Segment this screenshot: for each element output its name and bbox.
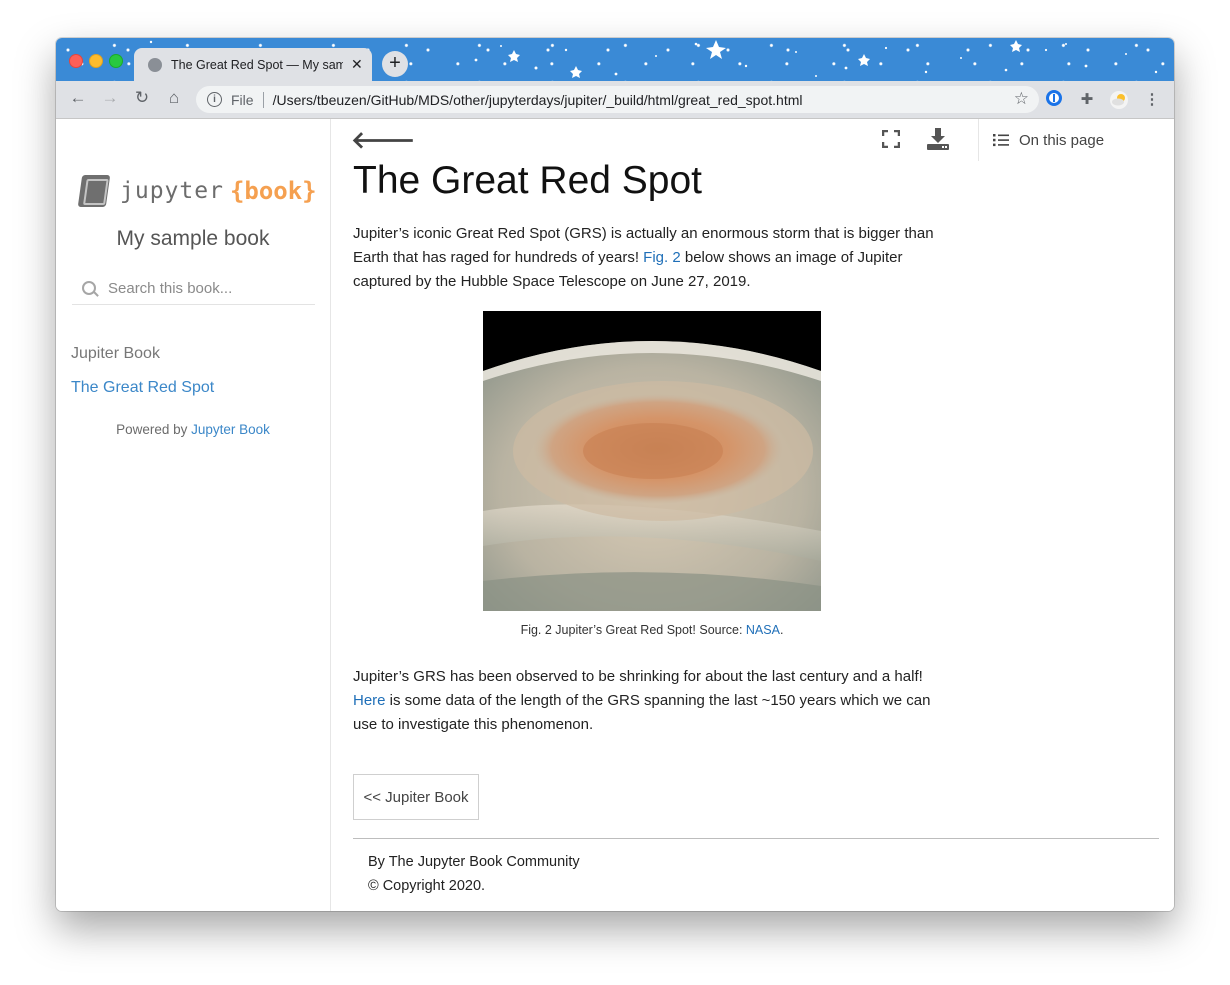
page-content: jupyter {book} My sample book Search thi…	[56, 119, 1174, 911]
great-red-spot-image	[483, 311, 821, 611]
main-article: 🡐 On this page The Great Red Spot Jupite…	[331, 119, 1174, 911]
bookmark-star-icon[interactable]: ☆	[1014, 89, 1029, 109]
tab-title: The Great Red Spot — My sample book	[171, 57, 343, 72]
weather-extension-icon[interactable]	[1109, 90, 1129, 110]
fig-2-link[interactable]: Fig. 2	[643, 249, 681, 266]
browser-tab[interactable]: The Great Red Spot — My sample book ✕	[134, 48, 372, 81]
figure-caption: Fig. 2 Jupiter’s Great Red Spot! Source:…	[353, 623, 951, 637]
password-manager-icon[interactable]	[1044, 89, 1064, 109]
book-logo-icon	[77, 175, 111, 207]
book-title[interactable]: My sample book	[56, 227, 330, 251]
on-this-page-toggle[interactable]: On this page	[978, 119, 1159, 161]
minimize-window-button[interactable]	[89, 54, 103, 68]
jupyter-book-link[interactable]: Jupyter Book	[191, 422, 270, 437]
page-title: The Great Red Spot	[353, 159, 703, 202]
search-input[interactable]: Search this book...	[72, 272, 315, 305]
footer-copyright: © Copyright 2020.	[368, 878, 486, 894]
browser-menu-icon[interactable]: ⋮	[1142, 90, 1162, 110]
grs-text-1: Jupiter’s GRS has been observed to be sh…	[353, 668, 923, 685]
title-bar: The Great Red Spot — My sample book ✕ +	[56, 38, 1174, 81]
here-link[interactable]: Here	[353, 692, 386, 709]
jupyter-book-logo[interactable]: jupyter {book}	[77, 175, 317, 207]
url-scheme-label: File	[231, 91, 254, 108]
close-window-button[interactable]	[69, 54, 83, 68]
footer: By The Jupyter Book Community © Copyrigh…	[368, 850, 580, 898]
powered-by-label: Powered by	[116, 422, 192, 437]
address-bar[interactable]: i File /Users/tbeuzen/GitHub/MDS/other/j…	[196, 86, 1039, 113]
sidebar-item-jupiter-book[interactable]: Jupiter Book	[71, 345, 160, 363]
logo-book-text: {book}	[229, 177, 317, 205]
back-icon[interactable]: ←	[67, 88, 89, 108]
download-icon[interactable]	[927, 127, 949, 151]
browser-toolbar: ← → ↻ ⌂ i File /Users/tbeuzen/GitHub/MDS…	[56, 81, 1174, 119]
list-icon	[993, 134, 1009, 147]
reload-icon[interactable]: ↻	[131, 88, 153, 108]
sidebar-item-great-red-spot[interactable]: The Great Red Spot	[71, 379, 214, 397]
back-arrow-icon[interactable]: 🡐	[351, 125, 415, 155]
logo-jupyter-text: jupyter	[120, 178, 224, 204]
powered-by: Powered by Jupyter Book	[56, 422, 330, 437]
info-icon[interactable]: i	[207, 92, 222, 107]
grs-text-2: is some data of the length of the GRS sp…	[353, 692, 931, 733]
new-tab-button[interactable]: +	[382, 51, 408, 77]
fullscreen-icon[interactable]	[881, 129, 901, 149]
tab-close-icon[interactable]: ✕	[351, 56, 363, 73]
browser-window: The Great Red Spot — My sample book ✕ + …	[56, 38, 1174, 911]
footer-divider	[353, 838, 1159, 839]
maximize-window-button[interactable]	[109, 54, 123, 68]
globe-icon	[148, 57, 162, 72]
nasa-link[interactable]: NASA	[746, 623, 780, 637]
search-icon	[82, 281, 96, 295]
extensions-puzzle-icon[interactable]: ✚	[1077, 90, 1097, 110]
search-placeholder: Search this book...	[108, 279, 233, 297]
caption-text: Fig. 2 Jupiter’s Great Red Spot! Source:	[520, 623, 746, 637]
caption-suffix: .	[779, 623, 784, 637]
url-text[interactable]: /Users/tbeuzen/GitHub/MDS/other/jupyterd…	[273, 92, 803, 108]
url-separator	[262, 91, 264, 108]
grs-paragraph: Jupiter’s GRS has been observed to be sh…	[353, 665, 951, 737]
footer-author: By The Jupyter Book Community	[368, 854, 580, 870]
sidebar: jupyter {book} My sample book Search thi…	[56, 119, 331, 911]
intro-paragraph: Jupiter’s iconic Great Red Spot (GRS) is…	[353, 222, 951, 294]
home-icon[interactable]: ⌂	[163, 88, 185, 108]
previous-page-button[interactable]: << Jupiter Book	[353, 774, 479, 820]
on-this-page-label: On this page	[1019, 131, 1105, 149]
forward-icon[interactable]: →	[99, 88, 121, 108]
